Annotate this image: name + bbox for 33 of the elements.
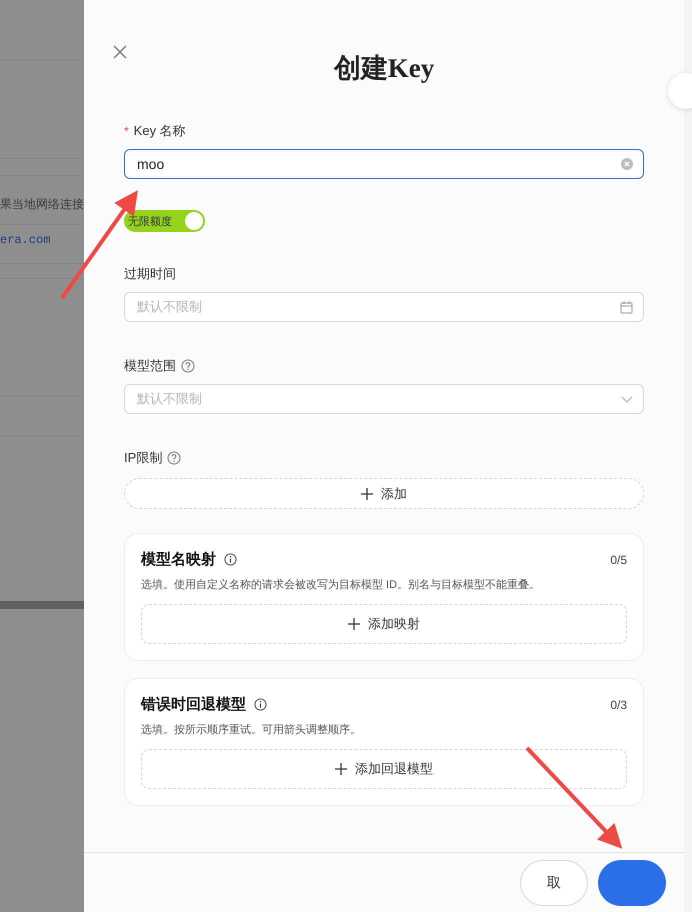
add-ip-button[interactable]: 添加 [124, 478, 644, 509]
close-button[interactable] [112, 44, 128, 60]
required-mark: * [124, 124, 129, 138]
section-count: 0/5 [610, 552, 627, 566]
section-description: 选填。按所示顺序重试。可用箭头调整顺序。 [141, 722, 362, 737]
info-icon [224, 553, 237, 566]
background-text: 果当地网络连接 [0, 196, 84, 213]
section-count: 0/3 [610, 698, 627, 712]
background-text: era.com [0, 233, 52, 247]
help-icon [167, 451, 182, 465]
section-title: 模型名映射 [141, 550, 216, 569]
chevron-down-icon [621, 396, 633, 402]
field-label: IP限制 [124, 449, 162, 467]
info-icon [254, 698, 267, 711]
section-add-button[interactable]: 添加映射 [141, 604, 627, 644]
plus-icon [361, 488, 373, 500]
field-label: 模型范围 [124, 357, 176, 375]
close-icon [112, 44, 128, 60]
calendar-icon [620, 300, 633, 314]
clear-icon [621, 158, 633, 170]
section-title: 错误时回退模型 [141, 695, 246, 714]
section-description: 选填。使用自定义名称的请求会被改写为目标模型 ID。别名与目标模型不能重叠。 [141, 578, 542, 592]
section-add-button[interactable]: 添加回退模型 [141, 749, 627, 789]
drawer-title: 创建Key [334, 52, 434, 85]
field-label: 过期时间 [124, 265, 176, 283]
plus-icon [348, 618, 360, 630]
field-label: Key 名称 [134, 122, 186, 140]
help-icon [181, 359, 195, 373]
unlimited-quota-switch[interactable]: 无限额度 [124, 210, 205, 232]
key-name-field[interactable]: moo [124, 149, 644, 179]
confirm-button[interactable] [598, 860, 666, 906]
plus-icon [335, 763, 347, 775]
cancel-button[interactable]: 取 [520, 860, 588, 906]
